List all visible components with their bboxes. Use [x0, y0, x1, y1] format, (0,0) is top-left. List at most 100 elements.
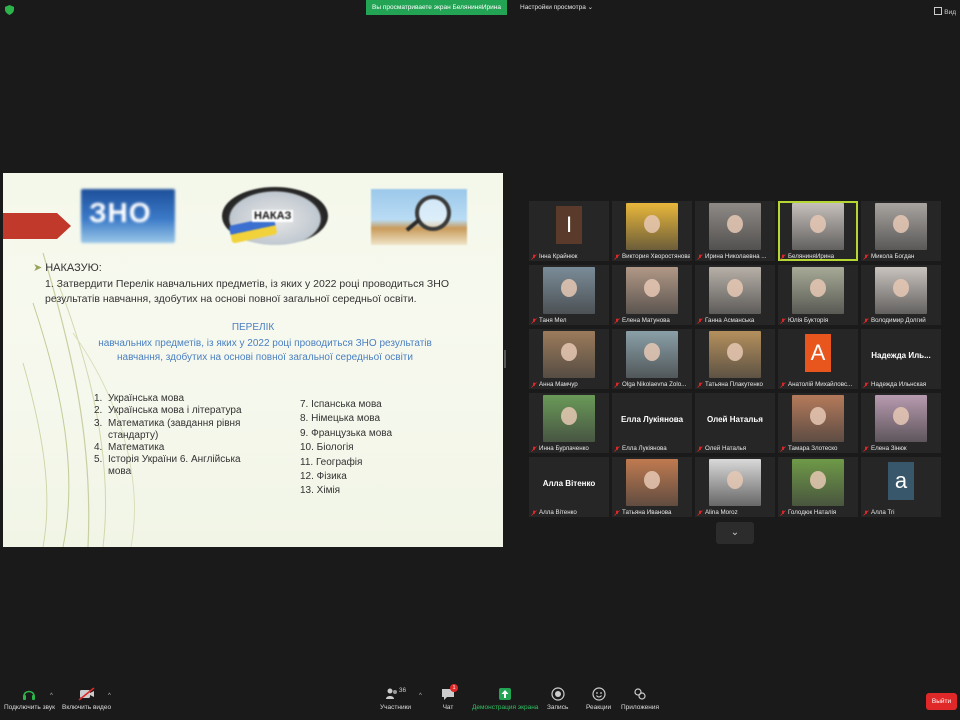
- chevron-down-icon: ⌄: [587, 4, 594, 11]
- video-options-caret[interactable]: ^: [108, 693, 111, 699]
- top-bar: Вы просматриваете экран БеляниняИрина На…: [0, 0, 960, 18]
- list-subtitle: навчальних предметів, із яких у 2022 роц…: [98, 338, 432, 363]
- apps-button[interactable]: Приложения: [621, 687, 659, 711]
- share-screen-button[interactable]: Демонстрация экрана: [472, 687, 538, 711]
- participant-tile[interactable]: Olga Nikolaevna Zolo...: [612, 329, 692, 389]
- participant-name: Ирина Николаевна ...: [697, 253, 773, 260]
- participant-display-name: Олей Наталья: [707, 415, 763, 424]
- participants-icon: [385, 688, 397, 699]
- chat-unread-badge: 1: [450, 684, 458, 692]
- splitter-handle[interactable]: [503, 350, 507, 368]
- participant-tile[interactable]: Инна Бурлаченко: [529, 393, 609, 453]
- list-item: 13. Хімія: [300, 485, 341, 497]
- mic-muted-icon: [697, 317, 703, 324]
- participant-tile[interactable]: Юлія Букторія: [778, 265, 858, 325]
- mic-muted-icon: [614, 509, 620, 516]
- participant-video: [875, 395, 927, 442]
- participants-options-caret[interactable]: ^: [419, 693, 422, 699]
- join-audio-button[interactable]: Подключить звук: [4, 687, 55, 711]
- participant-avatar: A: [805, 334, 831, 372]
- list-item: 3. Математика (завдання рівня стандарту): [94, 417, 241, 441]
- start-video-button[interactable]: Включить видео: [62, 687, 111, 711]
- participant-tile[interactable]: Алла Вітенко Алла Вітенко: [529, 457, 609, 517]
- participant-name: Инна Бурлаченко: [531, 445, 607, 452]
- mic-muted-icon: [531, 381, 537, 388]
- shield-icon[interactable]: [5, 5, 14, 15]
- participant-tile[interactable]: БеляниняИрина: [778, 201, 858, 261]
- participant-tile[interactable]: Таня Мел: [529, 265, 609, 325]
- view-settings-button[interactable]: Настройки просмотра ⌄: [520, 0, 593, 15]
- participant-name: Елена Зінюк: [863, 445, 939, 452]
- participants-button[interactable]: 36 Участники: [380, 687, 411, 711]
- mic-muted-icon: [614, 445, 620, 452]
- record-icon: [551, 687, 565, 701]
- participant-name: Елла Лукіянова: [614, 445, 690, 452]
- participant-name: Володимир Долгий: [863, 317, 939, 324]
- mic-muted-icon: [531, 509, 537, 516]
- participant-tile[interactable]: Надежда Иль... Надежда Ильнская: [861, 329, 941, 389]
- participant-name: Алла Tri: [863, 509, 939, 516]
- list-title: ПЕРЕЛІК: [231, 322, 275, 333]
- participant-tile[interactable]: Тамара Злотеско: [778, 393, 858, 453]
- participant-tile[interactable]: Володимир Долгий: [861, 265, 941, 325]
- subjects-left-list: 1. Українська мова 2. Українська мова і лі…: [94, 393, 254, 479]
- participant-name: Олей Наталья: [697, 445, 773, 452]
- chat-button[interactable]: 1 Чат: [440, 684, 458, 711]
- slide-heading: ➤ НАКАЗУЮ:: [33, 262, 102, 274]
- participant-tile[interactable]: Микола Богдан: [861, 201, 941, 261]
- participant-tile[interactable]: Alina Moroz: [695, 457, 775, 517]
- mic-muted-icon: [614, 253, 620, 260]
- participant-tile[interactable]: Татьяна Плакутенко: [695, 329, 775, 389]
- participant-tile[interactable]: A Анатолій Михайловс...: [778, 329, 858, 389]
- list-item: 11. Географія: [300, 456, 363, 468]
- mic-muted-icon: [863, 445, 869, 452]
- mic-muted-icon: [531, 253, 537, 260]
- mic-muted-icon: [614, 317, 620, 324]
- record-button[interactable]: Запись: [547, 687, 568, 711]
- participant-tile[interactable]: Елена Зінюк: [861, 393, 941, 453]
- shared-screen-slide: ЗНО НАКАЗ ➤ НАКАЗУЮ: 1. Затвердити Перелі…: [3, 173, 503, 547]
- participant-name: Таня Мел: [531, 317, 607, 324]
- participant-tile[interactable]: a Алла Tri: [861, 457, 941, 517]
- list-item: 7. Іспанська мова: [300, 399, 382, 410]
- participant-name: Olga Nikolaevna Zolo...: [614, 381, 690, 388]
- participant-video: [709, 203, 761, 250]
- audio-options-caret[interactable]: ^: [50, 693, 53, 699]
- view-button[interactable]: Вид: [934, 7, 956, 16]
- participant-tile[interactable]: I Інна Крайнюк: [529, 201, 609, 261]
- participant-video: [709, 267, 761, 314]
- share-screen-icon: [499, 688, 512, 700]
- mic-muted-icon: [863, 381, 869, 388]
- participant-display-name: Елла Лукіянова: [620, 415, 684, 424]
- participant-name: Татьяна Плакутенко: [697, 381, 773, 388]
- video-off-icon: [78, 687, 95, 701]
- mic-muted-icon: [780, 445, 786, 452]
- participant-tile[interactable]: Ирина Николаевна ...: [695, 201, 775, 261]
- participant-video: [875, 267, 927, 314]
- reactions-button[interactable]: Реакции: [586, 687, 611, 711]
- participant-tile[interactable]: Анна Мамчур: [529, 329, 609, 389]
- mic-muted-icon: [780, 509, 786, 516]
- leave-button[interactable]: Выйти: [926, 693, 957, 710]
- participant-tile[interactable]: Олей Наталья Олей Наталья: [695, 393, 775, 453]
- participant-tile[interactable]: Елена Матунова: [612, 265, 692, 325]
- zno-logo: ЗНО: [81, 189, 175, 243]
- chevron-down-icon[interactable]: ⌄: [716, 522, 754, 544]
- participant-name: Микола Богдан: [863, 253, 939, 260]
- list-item: 2. Українська мова і література: [94, 405, 242, 417]
- view-button-label: Вид: [944, 9, 956, 16]
- participant-name: Alina Moroz: [697, 509, 773, 516]
- participant-tile[interactable]: Ганна Асманська: [695, 265, 775, 325]
- participant-video: [543, 267, 595, 314]
- participant-tile[interactable]: Виктория Хворостянова: [612, 201, 692, 261]
- participant-name: Татьяна Иванова: [614, 509, 690, 516]
- nakaz-logo: НАКАЗ: [222, 187, 328, 245]
- participant-video: [626, 267, 678, 314]
- participant-tile[interactable]: Елла Лукіянова Елла Лукіянова: [612, 393, 692, 453]
- mic-muted-icon: [863, 317, 869, 324]
- participant-tile[interactable]: Голодюк Наталія: [778, 457, 858, 517]
- participant-name: Елена Матунова: [614, 317, 690, 324]
- list-item: 8. Німецька мова: [300, 413, 381, 425]
- screen-share-banner: Вы просматриваете экран БеляниняИрина: [366, 0, 507, 15]
- participant-tile[interactable]: Татьяна Иванова: [612, 457, 692, 517]
